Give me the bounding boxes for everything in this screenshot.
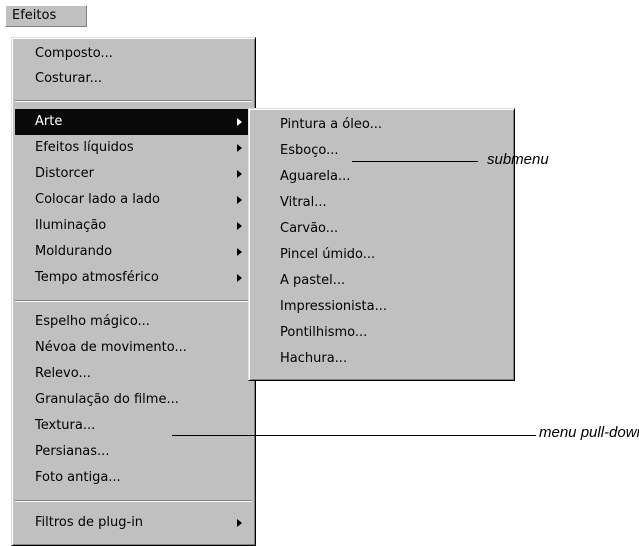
submenu-item-carvao[interactable]: Carvão... bbox=[252, 216, 511, 242]
menu-item-label: Persianas... bbox=[35, 444, 110, 459]
menu-efeitos[interactable]: Efeitos bbox=[5, 5, 87, 27]
submenu-item-label: Pincel úmido... bbox=[280, 247, 376, 262]
menu-item-label: Tempo atmosférico bbox=[35, 270, 159, 285]
menu-item-label: Costurar... bbox=[35, 71, 102, 86]
menu-item-label: Relevo... bbox=[35, 366, 91, 381]
submenu-item-label: Impressionista... bbox=[280, 299, 388, 314]
submenu-item-pontilhismo[interactable]: Pontilhismo... bbox=[252, 320, 511, 346]
submenu-item-label: A pastel... bbox=[280, 273, 346, 288]
submenu-item-impressionista[interactable]: Impressionista... bbox=[252, 294, 511, 320]
submenu-item-label: Aguarela... bbox=[280, 169, 351, 184]
menu-item-nevoa-de-movimento[interactable]: Névoa de movimento... bbox=[15, 335, 252, 361]
menu-item-tempo-atmosferico[interactable]: Tempo atmosférico bbox=[15, 265, 252, 291]
menu-item-label: Composto... bbox=[35, 46, 113, 61]
annotation-pulldown: menu pull-down bbox=[539, 424, 639, 441]
menu-item-label: Granulação do filme... bbox=[35, 392, 179, 407]
menu-item-label: Névoa de movimento... bbox=[35, 340, 187, 355]
menu-separator bbox=[15, 300, 252, 302]
menu-item-persianas[interactable]: Persianas... bbox=[15, 439, 252, 465]
submenu-item-label: Pontilhismo... bbox=[280, 325, 368, 340]
menu-item-moldurando[interactable]: Moldurando bbox=[15, 239, 252, 265]
menu-item-colocar-lado-a-lado[interactable]: Colocar lado a lado bbox=[15, 187, 252, 213]
pulldown-menu: Composto... Costurar... Arte Efeitos líq… bbox=[11, 37, 256, 546]
menu-item-relevo[interactable]: Relevo... bbox=[15, 361, 252, 387]
menu-item-costurar[interactable]: Costurar... bbox=[15, 66, 252, 92]
submenu-item-label: Pintura a óleo... bbox=[280, 117, 382, 132]
submenu-arrow-icon bbox=[237, 170, 242, 178]
annotation-submenu: submenu bbox=[487, 151, 549, 168]
submenu-item-vitral[interactable]: Vitral... bbox=[252, 190, 511, 216]
menu-item-label: Foto antiga... bbox=[35, 470, 121, 485]
menu-item-iluminacao[interactable]: Iluminação bbox=[15, 213, 252, 239]
menu-item-label: Distorcer bbox=[35, 166, 94, 181]
submenu-item-pincel-umido[interactable]: Pincel úmido... bbox=[252, 242, 511, 268]
menu-bar: Efeitos bbox=[0, 0, 120, 30]
submenu-item-aguarela[interactable]: Aguarela... bbox=[252, 164, 511, 190]
menu-item-label: Efeitos líquidos bbox=[35, 140, 134, 155]
menu-separator bbox=[15, 100, 252, 102]
submenu-arrow-icon bbox=[237, 118, 242, 126]
submenu-arrow-icon bbox=[237, 222, 242, 230]
menu-item-distorcer[interactable]: Distorcer bbox=[15, 161, 252, 187]
menu-item-granulacao-do-filme[interactable]: Granulação do filme... bbox=[15, 387, 252, 413]
menu-item-label: Colocar lado a lado bbox=[35, 192, 160, 207]
menu-item-filtros-de-plug-in[interactable]: Filtros de plug-in bbox=[15, 510, 252, 536]
menu-item-label: Textura... bbox=[35, 418, 96, 433]
annotation-line-pulldown bbox=[172, 435, 536, 436]
submenu-arrow-icon bbox=[237, 519, 242, 527]
submenu-item-hachura[interactable]: Hachura... bbox=[252, 346, 511, 372]
submenu-arrow-icon bbox=[237, 144, 242, 152]
menu-item-label: Arte bbox=[35, 114, 63, 129]
menu-item-label: Iluminação bbox=[35, 218, 107, 233]
menu-separator bbox=[15, 500, 252, 502]
menu-item-composto[interactable]: Composto... bbox=[15, 41, 252, 67]
annotation-line-submenu bbox=[352, 161, 478, 162]
submenu-arrow-icon bbox=[237, 196, 242, 204]
submenu-item-a-pastel[interactable]: A pastel... bbox=[252, 268, 511, 294]
menu-item-espelho-magico[interactable]: Espelho mágico... bbox=[15, 309, 252, 335]
menu-item-foto-antiga[interactable]: Foto antiga... bbox=[15, 465, 252, 491]
submenu-arte: Pintura a óleo... Esboço... Aguarela... … bbox=[248, 108, 515, 381]
submenu-item-label: Carvão... bbox=[280, 221, 339, 236]
submenu-item-label: Vitral... bbox=[280, 195, 327, 210]
submenu-arrow-icon bbox=[237, 274, 242, 282]
menu-item-arte[interactable]: Arte bbox=[15, 109, 252, 135]
submenu-item-label: Hachura... bbox=[280, 351, 348, 366]
menu-item-label: Filtros de plug-in bbox=[35, 515, 144, 530]
menu-item-label: Moldurando bbox=[35, 244, 113, 259]
menu-item-efeitos-liquidos[interactable]: Efeitos líquidos bbox=[15, 135, 252, 161]
submenu-item-pintura-a-oleo[interactable]: Pintura a óleo... bbox=[252, 112, 511, 138]
submenu-arrow-icon bbox=[237, 248, 242, 256]
submenu-item-label: Esboço... bbox=[280, 143, 339, 158]
menu-item-label: Espelho mágico... bbox=[35, 314, 150, 329]
